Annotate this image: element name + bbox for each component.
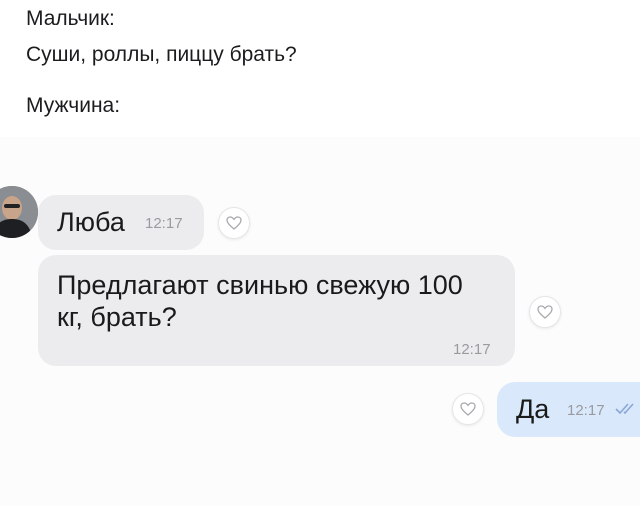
message-time: 12:17 <box>453 341 491 358</box>
double-check-icon <box>615 403 634 415</box>
heart-outline-icon[interactable] <box>529 296 561 328</box>
message-bubble-outgoing[interactable]: Да 12:17 <box>497 382 640 437</box>
heart-outline-icon[interactable] <box>452 393 484 425</box>
author-name: Люба <box>57 207 125 237</box>
caption-man-label: Мужчина: <box>26 94 121 117</box>
message-bubble-question[interactable]: Предлагают свинью свежую 100 кг, брать? … <box>38 255 515 366</box>
message-text-line1: Предлагают свинью свежую 100 <box>57 270 463 300</box>
caption-boy-text: Суши, роллы, пиццу брать? <box>26 43 297 66</box>
message-time: 12:17 <box>567 402 605 419</box>
message-bubble-author[interactable]: Люба 12:17 <box>38 195 204 250</box>
caption-boy-label: Мальчик: <box>26 7 115 30</box>
heart-outline-icon[interactable] <box>218 207 250 239</box>
message-text-line2: кг, брать? <box>57 302 177 332</box>
message-text: Да <box>516 394 550 424</box>
message-time: 12:17 <box>145 215 183 232</box>
